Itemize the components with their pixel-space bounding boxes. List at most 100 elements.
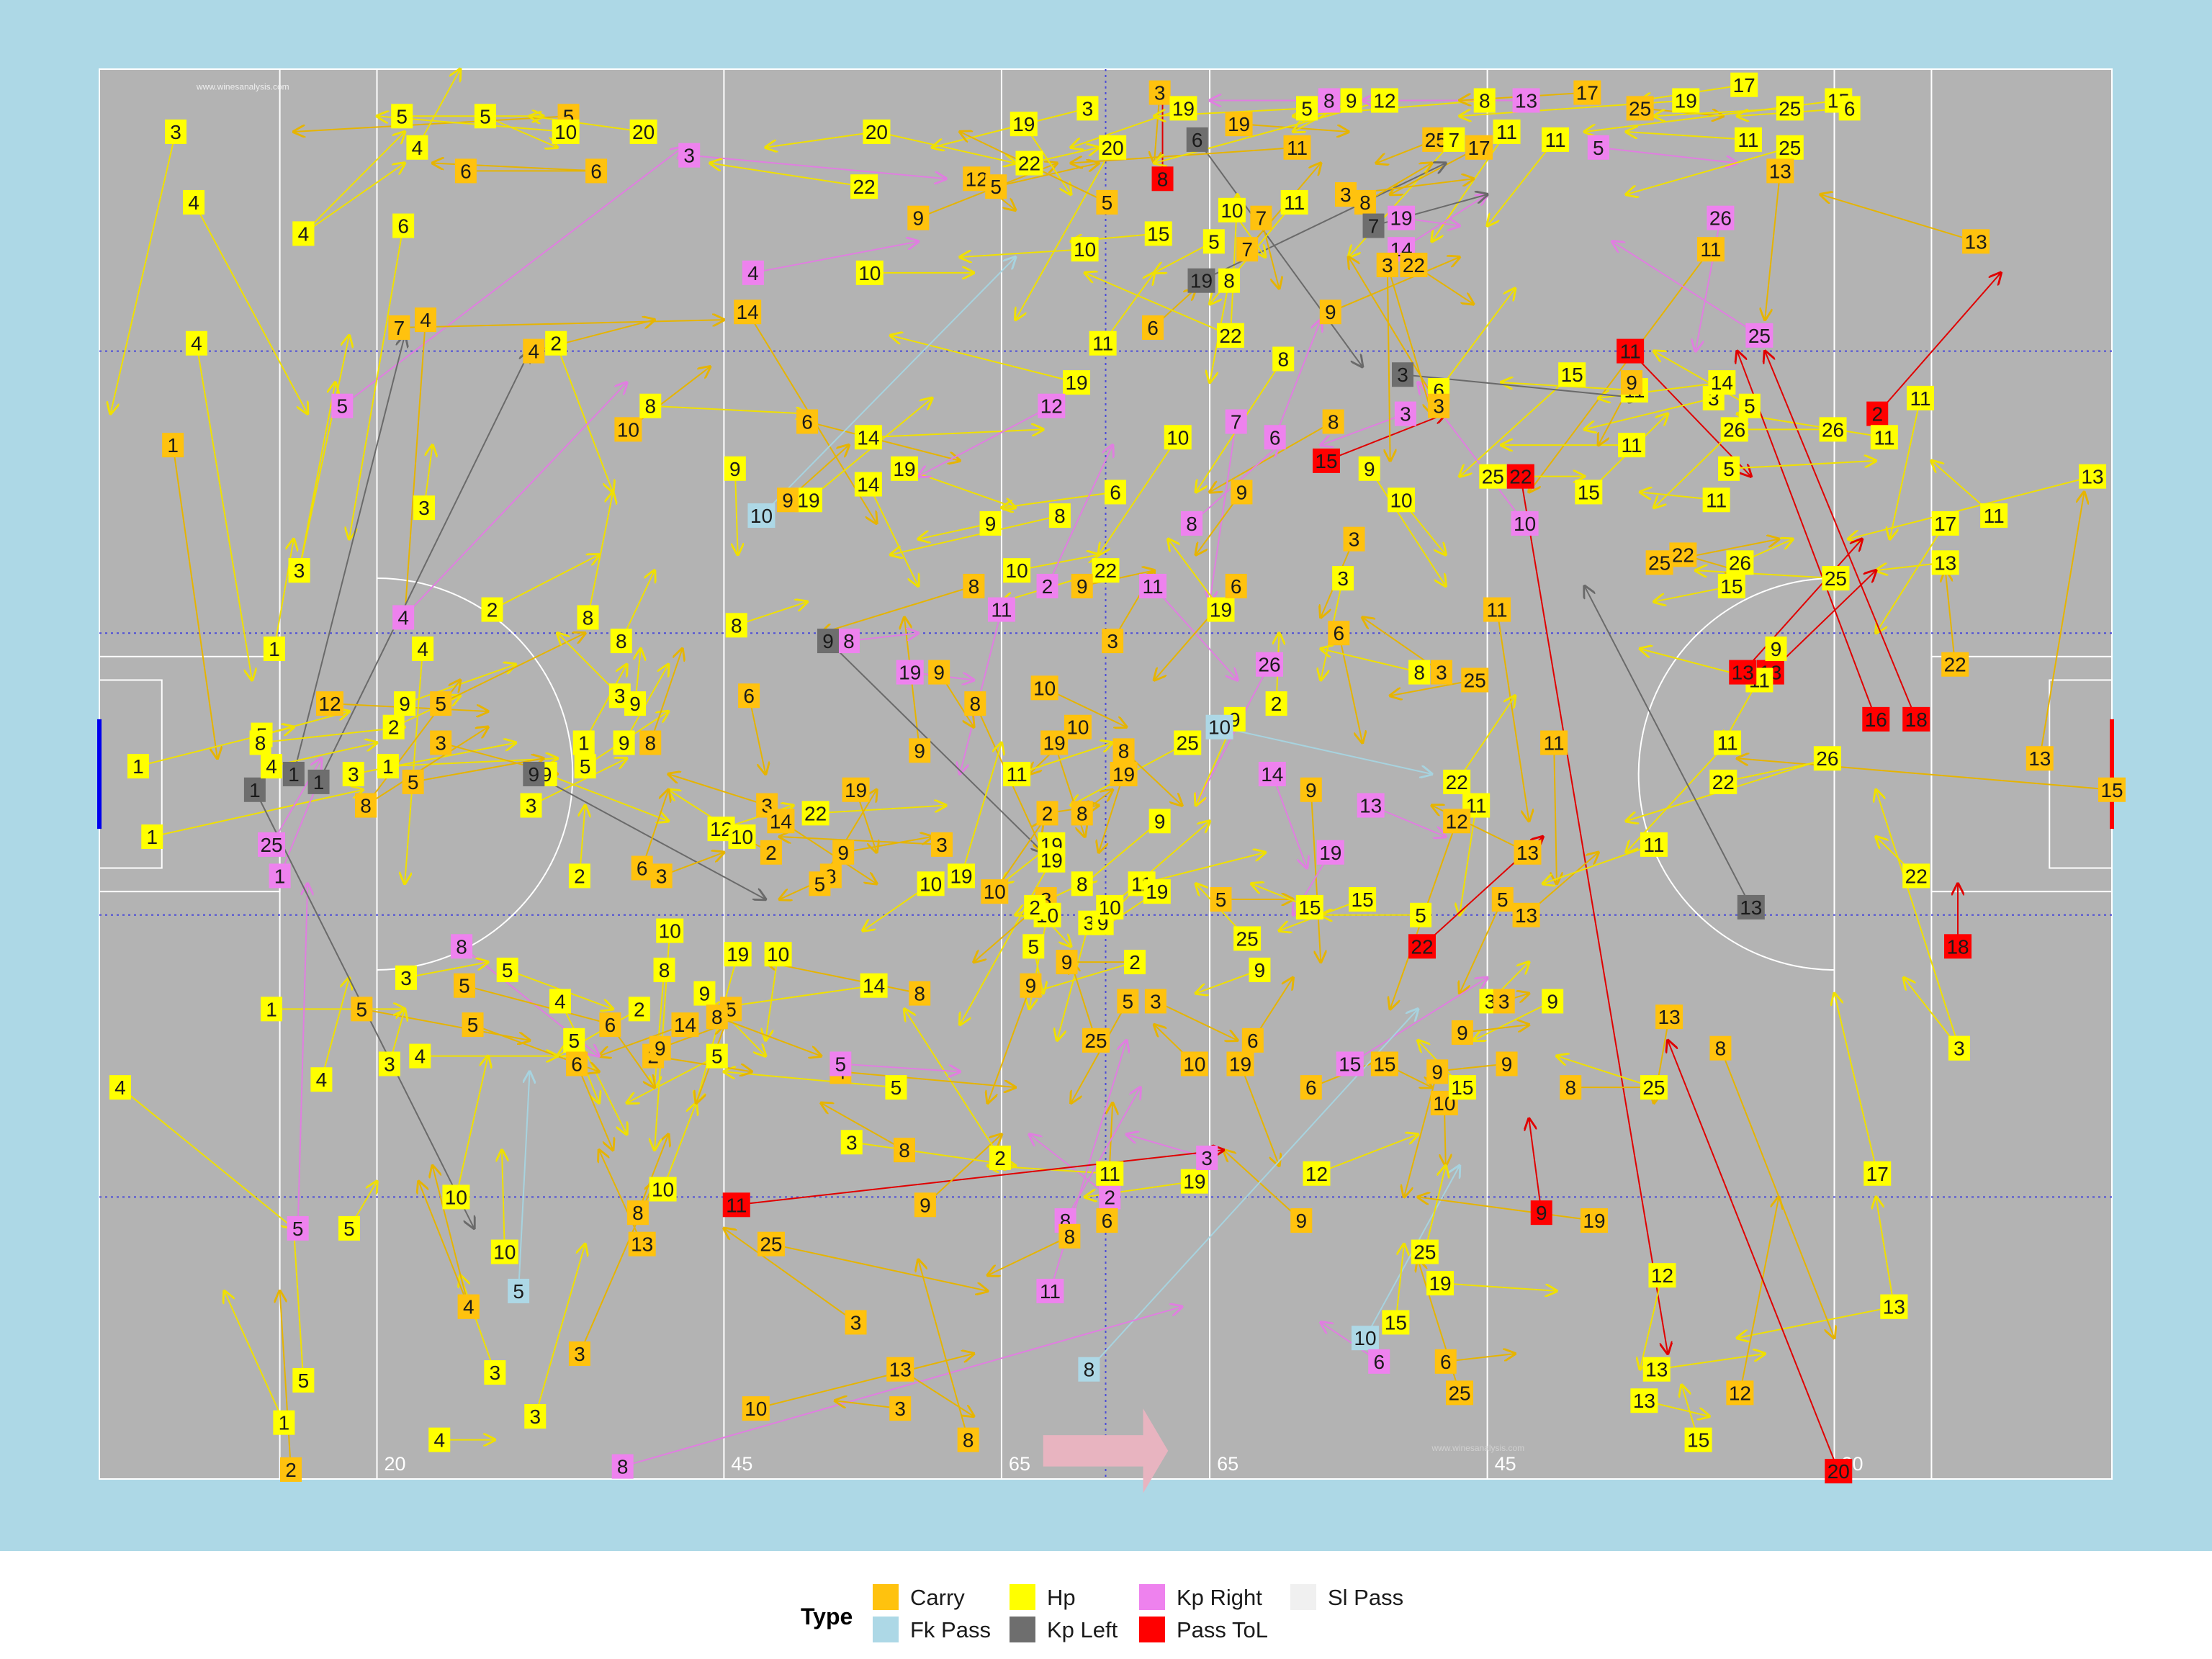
event-label: 5 — [337, 395, 349, 418]
event-label: 9 — [619, 732, 630, 754]
event-label: 3 — [1150, 990, 1161, 1012]
event-label: 11 — [1545, 129, 1565, 151]
event-label: 1 — [578, 732, 590, 754]
event-label: 26 — [1258, 654, 1280, 676]
event-label: 10 — [731, 826, 753, 848]
event-label: 5 — [396, 105, 408, 127]
event-label: 22 — [1712, 771, 1735, 793]
event-label: 5 — [1102, 192, 1113, 214]
event-label: 5 — [1744, 395, 1755, 418]
event-label: 10 — [745, 1398, 767, 1420]
event-label: 6 — [801, 411, 813, 433]
event-label: 4 — [414, 1046, 426, 1068]
event-label: 3 — [1107, 630, 1118, 652]
watermark: www.winesanalysis.com — [1431, 1443, 1524, 1453]
legend-swatch — [1139, 1584, 1165, 1610]
event-label: 4 — [397, 606, 409, 629]
event-label: 19 — [1112, 763, 1135, 786]
event-label: 19 — [845, 779, 867, 801]
event-label: 9 — [1547, 990, 1558, 1012]
event-label: 3 — [1498, 990, 1510, 1012]
event-label: 22 — [1509, 466, 1532, 488]
event-label: 10 — [1354, 1327, 1376, 1349]
event-label: 13 — [1645, 1359, 1668, 1381]
event-label: 4 — [463, 1296, 475, 1318]
pitch-line-label: 65 — [1009, 1453, 1030, 1475]
event-label: 5 — [1123, 990, 1134, 1012]
event-label: 6 — [1231, 575, 1242, 598]
event-label: 5 — [568, 1030, 580, 1052]
event-label: 8 — [617, 1456, 629, 1478]
event-label: 15 — [1373, 1053, 1395, 1075]
event-label: 13 — [2081, 466, 2103, 488]
event-label: 11 — [1287, 137, 1308, 159]
event-label: 9 — [729, 458, 741, 480]
event-label: 19 — [1319, 842, 1341, 864]
event-label: 9 — [699, 983, 711, 1005]
event-label: 3 — [170, 121, 181, 143]
event-label: 5 — [356, 998, 368, 1020]
event-label: 6 — [743, 685, 755, 707]
event-label: 26 — [1723, 418, 1745, 441]
event-label: 4 — [529, 341, 540, 363]
event-label: 8 — [1359, 192, 1371, 214]
event-label: 12 — [1373, 90, 1395, 112]
event-label: 9 — [1061, 951, 1073, 974]
event-label: 17 — [1733, 74, 1755, 96]
event-label: 15 — [1687, 1429, 1709, 1452]
event-label: 15 — [1147, 222, 1169, 245]
event-label: 22 — [1944, 654, 1966, 676]
event-label: 6 — [571, 1053, 583, 1075]
event-label: 9 — [933, 662, 945, 684]
event-label: 19 — [1183, 1171, 1205, 1193]
event-label: 12 — [1729, 1382, 1751, 1404]
event-label: 26 — [1816, 747, 1838, 770]
event-label: 5 — [1215, 889, 1227, 911]
event-label: 25 — [1413, 1241, 1436, 1264]
event-label: 9 — [1076, 575, 1088, 598]
event-label: 10 — [1390, 489, 1412, 511]
event-label: 10 — [1166, 426, 1189, 449]
event-label: 22 — [1403, 254, 1425, 276]
event-label: 11 — [726, 1194, 747, 1216]
event-label: 25 — [1177, 732, 1199, 754]
event-label: 12 — [1305, 1163, 1328, 1185]
event-label: 2 — [1271, 693, 1282, 715]
event-label: 8 — [1277, 348, 1289, 370]
event-label: 11 — [1700, 238, 1721, 261]
event-label: 7 — [1231, 411, 1242, 433]
event-label: 2 — [550, 333, 562, 355]
event-label: 11 — [1706, 489, 1727, 511]
event-label: 19 — [1583, 1210, 1605, 1232]
event-label: 1 — [279, 1412, 290, 1434]
event-label: 25 — [1629, 97, 1651, 120]
event-label: 3 — [418, 497, 430, 519]
event-label: 8 — [1565, 1076, 1576, 1099]
event-label: 11 — [1092, 333, 1113, 355]
event-label: 6 — [1102, 1210, 1113, 1232]
event-label: 6 — [605, 1014, 616, 1036]
legend-swatch — [1010, 1584, 1035, 1610]
legend-swatch — [873, 1617, 899, 1642]
event-label: 19 — [1043, 732, 1066, 754]
event-label: 19 — [1065, 372, 1087, 394]
event-label: 25 — [1448, 1382, 1470, 1404]
event-label: 19 — [893, 458, 915, 480]
event-label: 5 — [513, 1280, 524, 1303]
event-label: 8 — [1157, 168, 1169, 190]
watermark: www.winesanalysis.com — [196, 81, 289, 91]
legend-label: Sl Pass — [1328, 1585, 1404, 1610]
legend-swatch — [1139, 1617, 1165, 1642]
event-label: 10 — [920, 873, 942, 895]
event-label: 3 — [348, 763, 359, 786]
event-label: 9 — [914, 739, 925, 762]
event-label: 6 — [1844, 97, 1856, 120]
event-label: 4 — [433, 1429, 445, 1452]
event-label: 15 — [1339, 1053, 1361, 1075]
event-label: 18 — [1905, 709, 1928, 731]
event-label: 11 — [1620, 341, 1641, 363]
event-label: 1 — [288, 763, 300, 786]
event-label: 10 — [1006, 559, 1028, 582]
event-label: 9 — [1457, 1022, 1468, 1044]
event-label: 6 — [1269, 426, 1281, 449]
